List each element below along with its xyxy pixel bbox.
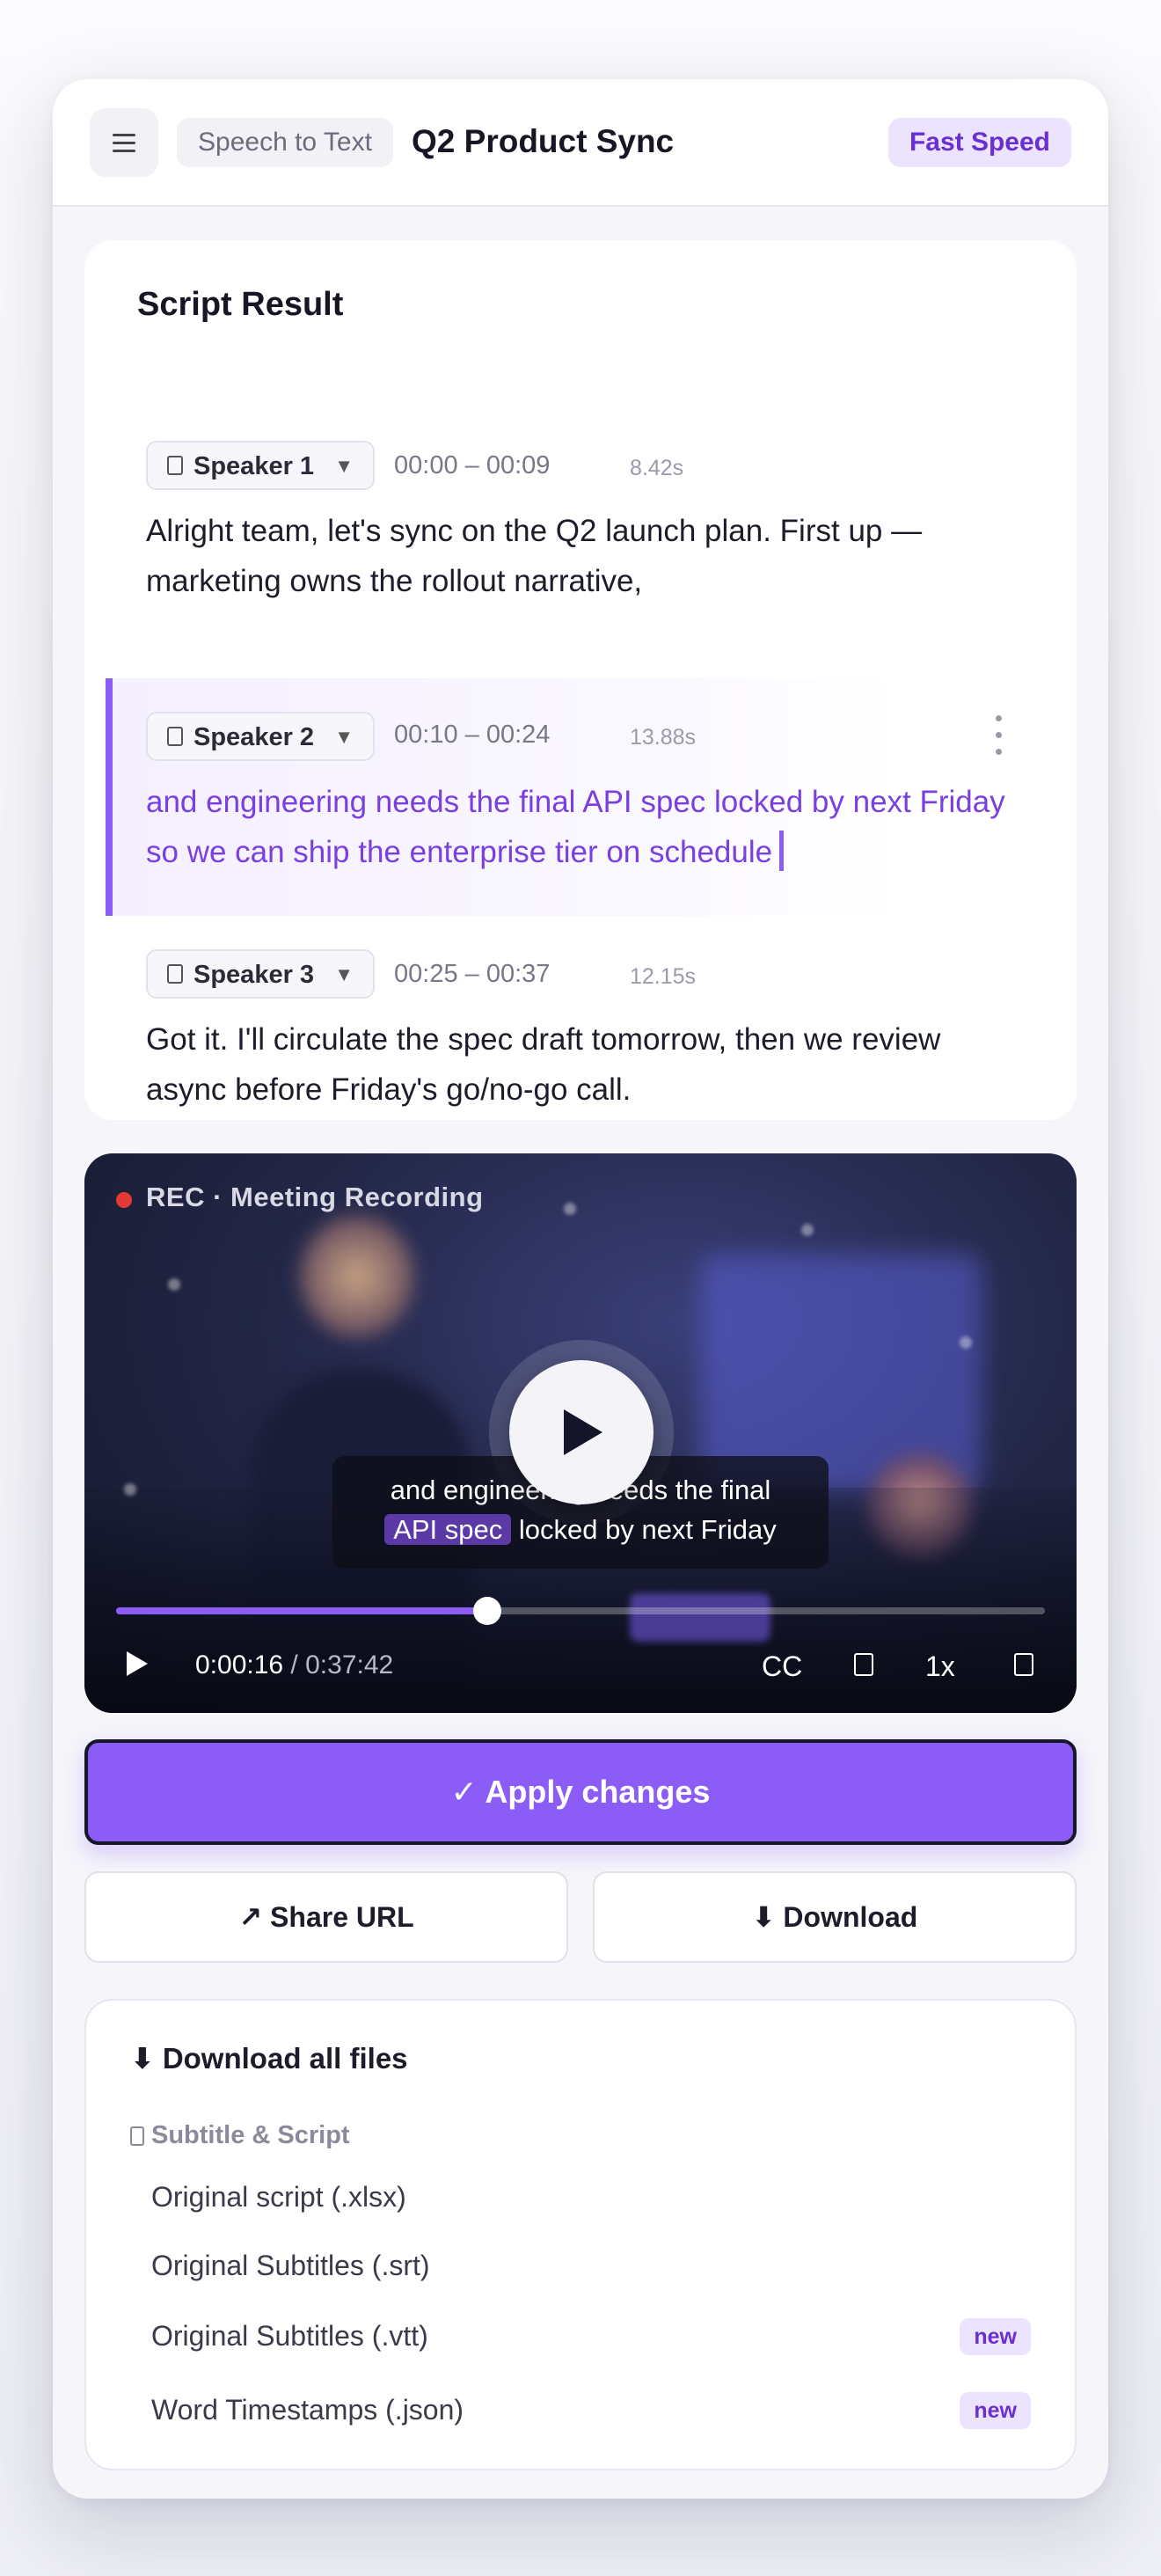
speaker-name: Speaker 2 (194, 723, 315, 751)
download-section-header: Subtitle & Script (130, 2121, 350, 2150)
transcript-segment[interactable]: Speaker 1 ▼ 00:00 – 00:09 8.42s Alright … (84, 416, 1077, 598)
transcript-segment-active[interactable]: Speaker 2 ▼ 00:10 – 00:24 13.88s and eng… (106, 678, 1005, 916)
recording-label: REC · Meeting Recording (146, 1182, 484, 1212)
caption-line-2-rest: locked by next Friday (518, 1514, 777, 1545)
apply-changes-button[interactable]: ✓ Apply changes (84, 1739, 1077, 1845)
seek-bar-progress (116, 1607, 488, 1614)
video-frame-person (300, 1215, 414, 1338)
total-time: 0:37:42 (305, 1650, 394, 1680)
download-item-xlsx[interactable]: Original script (.xlsx) (151, 2181, 1031, 2214)
segment-duration: 8.42s (630, 456, 684, 480)
download-item-vtt[interactable]: Original Subtitles (.vtt) new (151, 2318, 1031, 2355)
script-title: Script Result (137, 286, 344, 323)
person-icon (167, 964, 183, 984)
segment-time: 00:00 – 00:09 (394, 451, 551, 479)
menu-button[interactable] (90, 108, 158, 177)
volume-icon[interactable] (854, 1653, 873, 1676)
big-play-button[interactable] (509, 1360, 654, 1504)
speed-badge: Fast Speed (887, 118, 1071, 167)
video-bokeh (168, 1278, 180, 1291)
playback-speed[interactable]: 1x (925, 1650, 955, 1683)
download-all-title[interactable]: ⬇ Download all files (130, 2041, 408, 2075)
caption-line-2: API spec locked by next Friday (332, 1510, 829, 1549)
person-icon (167, 456, 183, 475)
caption-highlight: API spec (384, 1514, 512, 1545)
app-mode-chip[interactable]: Speech to Text (177, 118, 393, 167)
play-icon (564, 1409, 602, 1455)
new-badge: new (960, 2392, 1031, 2429)
segment-text[interactable]: and engineering needs the final API spec… (146, 777, 1008, 877)
segment-time: 00:25 – 00:37 (394, 960, 551, 988)
chevron-down-icon: ▼ (334, 726, 354, 748)
segment-text-content: and engineering needs the final API spec… (146, 785, 1005, 869)
new-badge: new (960, 2318, 1031, 2355)
captions-toggle[interactable]: CC (762, 1650, 802, 1683)
video-bokeh (124, 1483, 136, 1496)
download-item-label: Original Subtitles (.srt) (151, 2250, 430, 2281)
speaker-name: Speaker 3 (194, 961, 315, 989)
download-item-label: Original Subtitles (.vtt) (151, 2320, 428, 2352)
video-bokeh (801, 1224, 814, 1236)
speaker-select[interactable]: Speaker 1 ▼ (146, 441, 375, 490)
play-icon[interactable] (127, 1651, 148, 1676)
speaker-select[interactable]: Speaker 3 ▼ (146, 949, 375, 999)
download-button[interactable]: ⬇ Download (593, 1871, 1077, 1963)
video-player[interactable]: REC · Meeting Recording and engineering … (84, 1153, 1077, 1713)
segment-text[interactable]: Got it. I'll circulate the spec draft to… (146, 1014, 1008, 1115)
video-frame-light (630, 1593, 770, 1642)
download-item-label: Original script (.xlsx) (151, 2181, 406, 2213)
video-bokeh (960, 1336, 972, 1349)
segment-text[interactable]: Alright team, let's sync on the Q2 launc… (146, 506, 1008, 606)
more-options-icon[interactable] (994, 715, 1003, 759)
share-url-button[interactable]: ↗ Share URL (84, 1871, 568, 1963)
fullscreen-icon[interactable] (1014, 1653, 1033, 1676)
speaker-name: Speaker 1 (194, 452, 315, 480)
chevron-down-icon: ▼ (334, 963, 354, 985)
video-bokeh (564, 1203, 576, 1215)
speaker-select[interactable]: Speaker 2 ▼ (146, 712, 375, 761)
segment-duration: 13.88s (630, 725, 697, 750)
recording-indicator-icon (116, 1192, 132, 1208)
seek-bar[interactable] (116, 1597, 1045, 1625)
download-item-label: Word Timestamps (.json) (151, 2394, 464, 2426)
transcript-segment[interactable]: Speaker 3 ▼ 00:25 – 00:37 12.15s Got it.… (84, 916, 1077, 1107)
segment-time: 00:10 – 00:24 (394, 721, 551, 749)
time-display: 0:00:16 / 0:37:42 (195, 1650, 393, 1680)
document-icon (130, 2126, 144, 2146)
segment-duration: 12.15s (630, 964, 697, 989)
download-all-panel: ⬇ Download all files Subtitle & Script O… (84, 1999, 1077, 2470)
chevron-down-icon: ▼ (334, 455, 354, 477)
section-label: Subtitle & Script (151, 2121, 350, 2149)
document-title: Q2 Product Sync (412, 123, 675, 159)
top-bar: Speech to Text Q2 Product Sync Fast Spee… (53, 79, 1108, 207)
script-result-panel: Script Result Speaker 1 ▼ 00:00 – 00:09 … (84, 240, 1077, 1120)
current-time: 0:00:16 (195, 1650, 284, 1680)
text-cursor (779, 831, 785, 871)
person-icon (167, 727, 183, 746)
download-item-srt[interactable]: Original Subtitles (.srt) (151, 2250, 1031, 2282)
time-separator: / (283, 1650, 306, 1680)
app-card: Speech to Text Q2 Product Sync Fast Spee… (53, 79, 1108, 2499)
download-item-json[interactable]: Word Timestamps (.json) new (151, 2392, 1031, 2429)
